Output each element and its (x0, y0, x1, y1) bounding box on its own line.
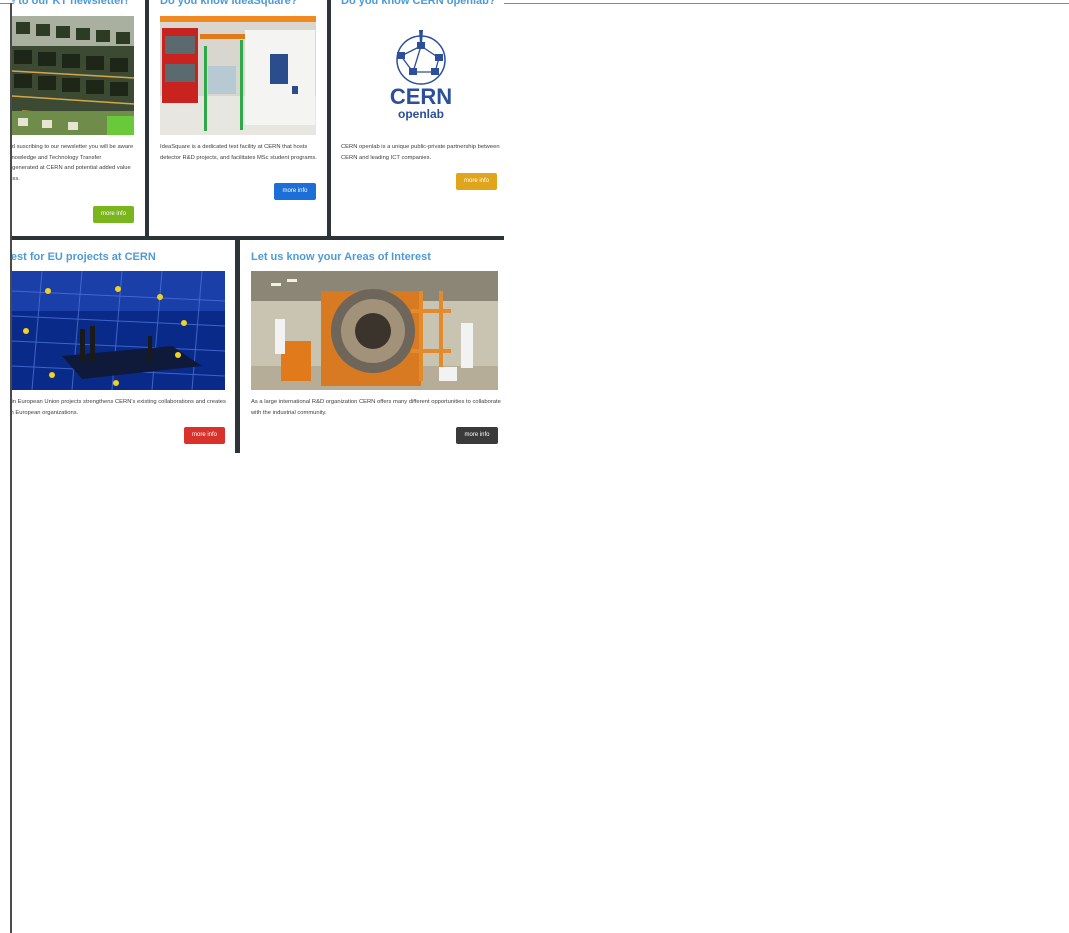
ideasquare-card: Do you know IdeaSquare? IdeaSquare is a … (149, 0, 327, 236)
areas-interest-card-title[interactable]: Let us know your Areas of Interest (251, 251, 431, 264)
eu-projects-card: Areas of interest for EU projects at CER… (12, 240, 235, 453)
eu-projects-card-title[interactable]: Areas of interest for EU projects at CER… (12, 251, 156, 264)
newsletter-card-title[interactable]: Subscribe to our KT newsletter! (12, 0, 128, 8)
ideasquare-more-info-button[interactable]: more info (274, 183, 316, 200)
eu-projects-more-info-button[interactable]: more info (184, 427, 225, 444)
newsletter-card-text: By reading and suscribing to our newslet… (12, 144, 134, 182)
areas-interest-card-text: As a large international R&D organizatio… (251, 399, 501, 416)
openlab-card-text: CERN openlab is a unique public-private … (341, 144, 500, 161)
newsletter-more-info-button[interactable]: more info (93, 206, 134, 223)
openlab-logo-text: openlab (397, 107, 444, 121)
openlab-more-info-button[interactable]: more info (456, 173, 497, 190)
circuit-board-image (12, 16, 134, 135)
areas-interest-more-info-button[interactable]: more info (456, 427, 498, 444)
detector-lab-photo (251, 271, 498, 390)
eu-flag-photo (12, 271, 225, 390)
ideasquare-card-title[interactable]: Do you know IdeaSquare? (160, 0, 298, 8)
cern-logo-text: CERN (389, 84, 453, 109)
areas-interest-card: Let us know your Areas of Interest As a … (240, 240, 504, 453)
ideasquare-card-text: IdeaSquare is a dedicated test facility … (160, 144, 317, 161)
cern-openlab-logo: CERN openlab (381, 28, 461, 123)
openlab-card: Do you know CERN openlab? CERN openlab C… (331, 0, 504, 236)
eu-projects-card-text: Participating in European Union projects… (12, 399, 226, 416)
newsletter-card: Subscribe to our KT newsletter! By readi… (12, 0, 145, 236)
cern-network-logo-icon (396, 30, 446, 85)
openlab-card-title[interactable]: Do you know CERN openlab? (341, 0, 496, 8)
ideasquare-photo (160, 16, 316, 135)
